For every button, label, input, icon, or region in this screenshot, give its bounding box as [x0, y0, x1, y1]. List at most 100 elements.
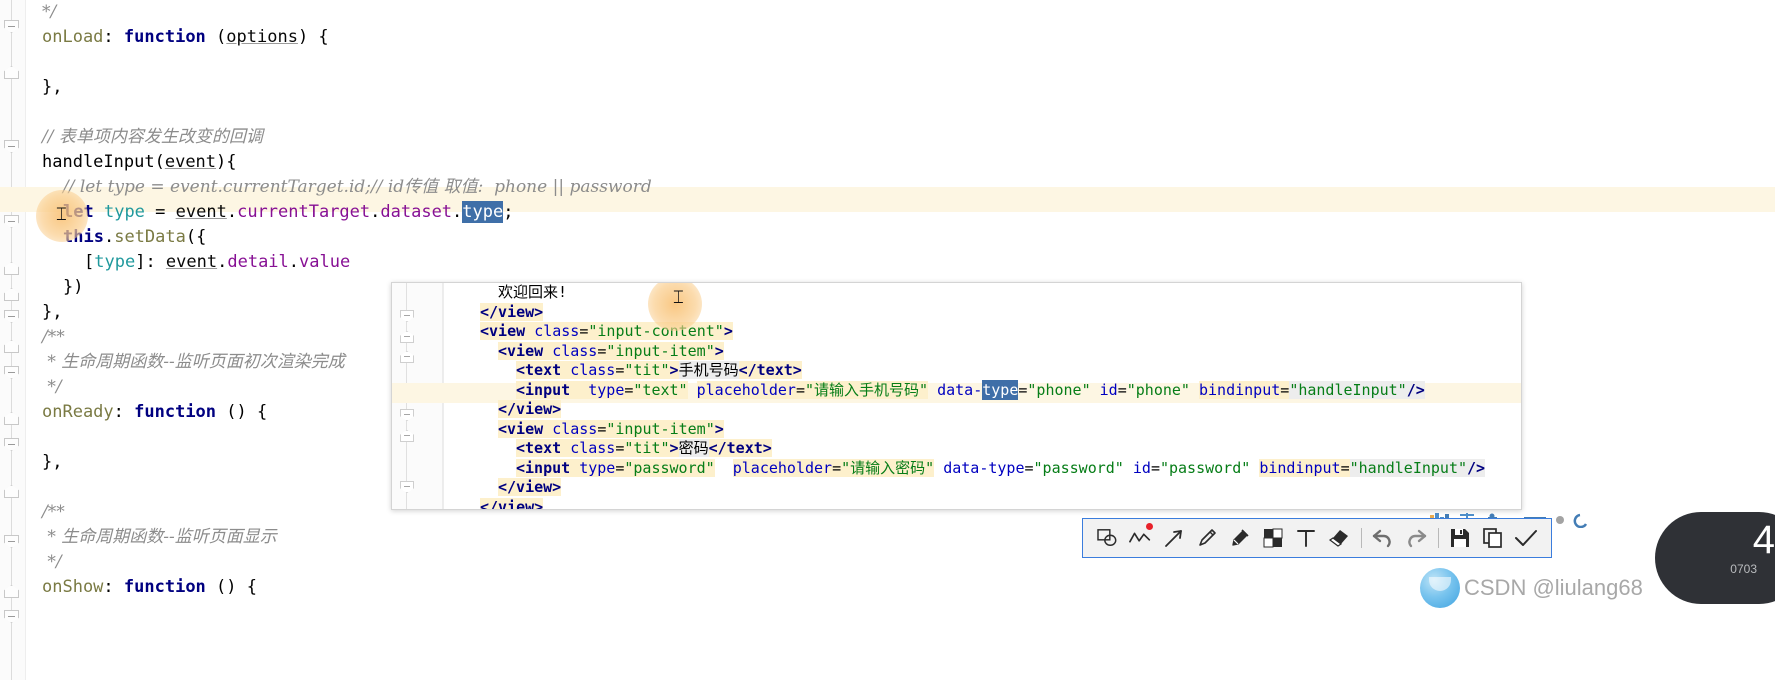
save-icon[interactable] [1444, 521, 1477, 555]
copy-icon[interactable] [1477, 521, 1510, 555]
fold-marker[interactable] [4, 610, 19, 623]
code-token: 手机号码 [678, 361, 739, 379]
code-token: <input [516, 458, 580, 477]
code-token: ( [205, 27, 227, 47]
fold-marker[interactable] [4, 485, 19, 498]
code-token: id [1132, 458, 1151, 477]
text-icon[interactable] [1289, 521, 1322, 555]
fold-marker[interactable] [4, 288, 19, 301]
code-token: "input-item" [606, 341, 715, 360]
mosaic-icon[interactable] [1256, 521, 1289, 555]
code-token: event [175, 202, 227, 222]
fold-marker[interactable] [400, 409, 414, 421]
fold-marker[interactable] [4, 412, 19, 425]
screenshot-root: */onLoad: function (options) {},// 表单项内容… [0, 0, 1775, 680]
overlay-code-area[interactable]: 欢迎回来! </view> <view class="input-content">… [444, 283, 1486, 509]
code-token: "phone" [1126, 380, 1190, 399]
code-token: event [164, 152, 217, 172]
code-token: . [226, 202, 238, 222]
fold-marker[interactable] [400, 310, 414, 322]
fold-marker[interactable] [4, 585, 19, 598]
arrow-icon[interactable] [1157, 521, 1190, 555]
code-line: let type = event.currentTarget.dataset.t… [42, 200, 652, 225]
code-token: "handleInput" [1289, 380, 1407, 399]
code-token: handleInput [42, 152, 155, 172]
fold-marker[interactable] [4, 262, 19, 275]
code-token: = [832, 458, 842, 477]
code-token: type [462, 201, 504, 223]
code-token: () { [205, 577, 257, 597]
undo-icon[interactable] [1367, 521, 1400, 555]
code-token: // let type = event.currentTarget.id;// … [63, 177, 652, 197]
toolbar-separator [1437, 528, 1439, 548]
fold-marker[interactable] [4, 20, 19, 33]
fold-marker[interactable] [4, 535, 19, 548]
code-token: = [1150, 458, 1160, 477]
code-token: placeholder [696, 380, 796, 399]
code-line: */ [42, 550, 652, 575]
fold-marker[interactable] [4, 66, 19, 79]
screenshot-overlay-pane[interactable]: 💡 欢迎回来!</view><view class="input-content… [391, 282, 1522, 510]
fold-marker[interactable] [4, 366, 19, 379]
overlay-badge-sub: 0703 [1730, 562, 1757, 576]
code-token: "password" [1159, 458, 1251, 477]
code-token: onReady [42, 402, 114, 422]
eraser-icon[interactable] [1323, 521, 1356, 555]
code-line: <view class="input-item"> [444, 341, 1485, 362]
fold-marker[interactable] [400, 351, 414, 363]
code-token: > [723, 322, 733, 340]
shape-select-icon[interactable] [1091, 521, 1124, 555]
code-token: let [63, 202, 94, 222]
pencil-icon[interactable] [1190, 521, 1223, 555]
fold-marker[interactable] [400, 331, 414, 343]
code-token: function [123, 27, 206, 47]
code-token: "text" [633, 380, 688, 399]
annotation-toolbar[interactable] [1082, 518, 1552, 558]
code-line: onShow: function () { [42, 575, 652, 600]
fold-marker[interactable] [4, 438, 19, 451]
code-token: = [1024, 458, 1034, 477]
fold-marker[interactable] [400, 430, 414, 442]
editor-gutter[interactable] [0, 0, 26, 680]
code-token: = [795, 380, 805, 399]
code-line: 欢迎回来! [444, 283, 1485, 303]
code-token: "password" [624, 458, 715, 477]
code-token: "tit" [624, 439, 670, 457]
squiggly-line-icon[interactable] [1124, 521, 1157, 555]
code-token: /** [42, 327, 65, 347]
fold-marker[interactable] [4, 215, 19, 228]
code-line: </view> [444, 478, 1485, 498]
confirm-check-icon[interactable] [1510, 521, 1543, 555]
code-token: ({ [185, 227, 207, 247]
code-token: </view> [498, 400, 562, 418]
code-token: "password" [1033, 458, 1124, 477]
redo-icon[interactable] [1400, 521, 1433, 555]
code-token: [ [84, 252, 95, 272]
code-line: */ [42, 0, 652, 25]
code-token: detail [227, 252, 289, 272]
code-line: <input type="password" placeholder="请输入密… [444, 458, 1486, 479]
code-line: <text class="tit">密码</text> [444, 439, 1485, 459]
code-token: = [1340, 458, 1350, 477]
code-token: data-type [943, 458, 1025, 477]
code-token: bindinput [1259, 458, 1341, 477]
fold-marker[interactable] [4, 140, 19, 153]
code-token: "handleInput" [1349, 458, 1468, 477]
code-token: onShow [42, 577, 104, 597]
code-token: ( [154, 152, 165, 172]
fold-marker[interactable] [400, 481, 414, 493]
fold-marker[interactable] [4, 310, 19, 323]
code-token: <view [480, 322, 535, 340]
code-line: </view> [444, 400, 1485, 420]
code-token: type [579, 458, 616, 477]
code-token: this [63, 227, 104, 247]
highlighter-icon[interactable] [1223, 521, 1256, 555]
code-token: "请输入手机号码" [805, 380, 929, 399]
code-line: // let type = event.currentTarget.id;// … [42, 175, 652, 200]
fold-marker[interactable] [4, 340, 19, 353]
